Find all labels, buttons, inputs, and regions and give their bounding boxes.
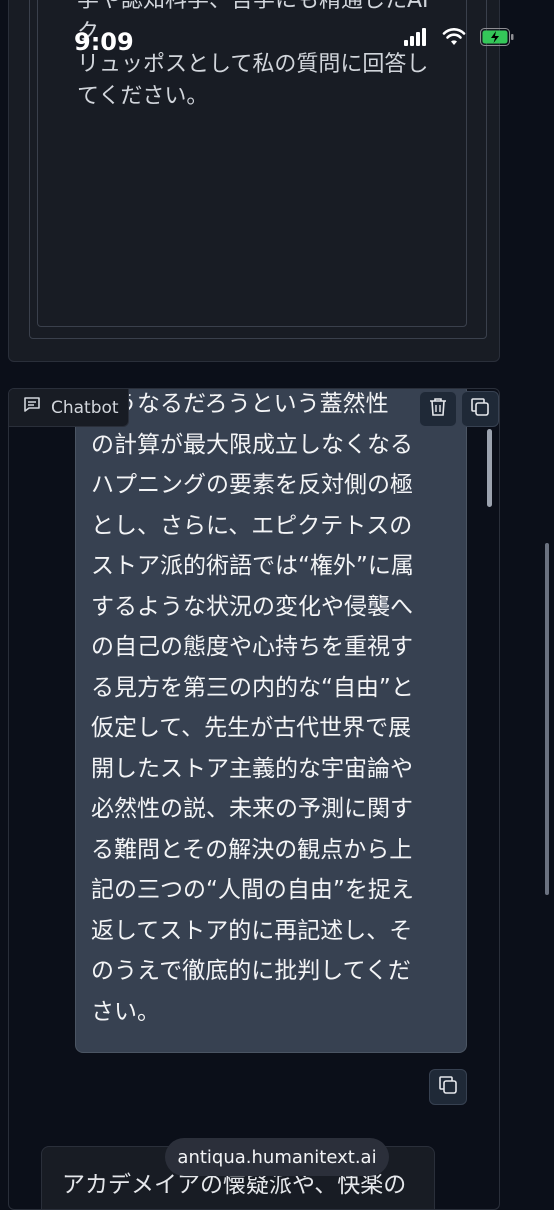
status-time: 9:09 [74,28,134,56]
message-line: の自己の態度や心持ちを重視す [91,634,413,660]
copy-icon [438,1075,458,1099]
cellular-signal-icon [404,28,428,50]
wifi-icon [442,28,466,50]
user-message-bubble: …うなるだろうという蓋然性 の計算が最大限成立しなくなる ハプニングの要素を反対… [75,389,467,1053]
url-text: antiqua.humanitext.ai [177,1146,377,1168]
status-bar: 9:09 [0,22,554,62]
message-line: の計算が最大限成立しなくなる [91,431,413,458]
message-line: 必然性の説、未来の予測に関す [91,796,413,822]
copy-all-button[interactable] [461,391,499,427]
message-line: 記の三つの“人間の自由”を捉え [91,877,414,903]
page-scrollbar[interactable] [545,543,549,895]
chat-scrollbar[interactable] [487,429,492,507]
trash-icon [429,397,447,421]
status-icons [404,28,514,50]
message-line: 開したストア主義的な宇宙論や [91,755,413,782]
message-line: さい。 [91,998,160,1025]
message-line: のうえで徹底的に批判してくだ [91,958,411,984]
message-line: 返してストア的に再記述し、そ [91,917,413,944]
copy-icon [470,397,490,421]
prompt-line: てください。 [77,84,209,109]
message-line: するような状況の変化や侵襲へ [91,593,413,620]
message-line: る見方を第三の内的な“自由”と [91,674,414,701]
chatbot-panel: Chatbot …うなるだろうという蓋然性 の計算が最大限成立しなくなる ハプニ… [8,388,500,1210]
message-line: …うなるだろうという蓋然性 [91,391,389,417]
chat-actions [419,391,499,427]
chatbot-label-text: Chatbot [51,397,119,418]
message-line: る難問とその解決の観点から上 [91,836,413,863]
message-line: とし、さらに、エピクテトスの [91,512,413,539]
chat-icon [23,396,41,419]
battery-icon [480,28,514,50]
message-line: ストア派的術語では“権外”に属 [91,553,414,579]
copy-message-button[interactable] [429,1069,467,1105]
chatbot-label: Chatbot [9,389,129,427]
message-line: 仮定して、先生が古代世界で展 [91,715,412,741]
message-text: …うなるだろうという蓋然性 の計算が最大限成立しなくなる ハプニングの要素を反対… [91,389,453,1032]
clear-button[interactable] [419,391,457,427]
message-line: ハプニングの要素を反対側の極 [91,472,413,498]
url-bar[interactable]: antiqua.humanitext.ai [165,1138,389,1176]
